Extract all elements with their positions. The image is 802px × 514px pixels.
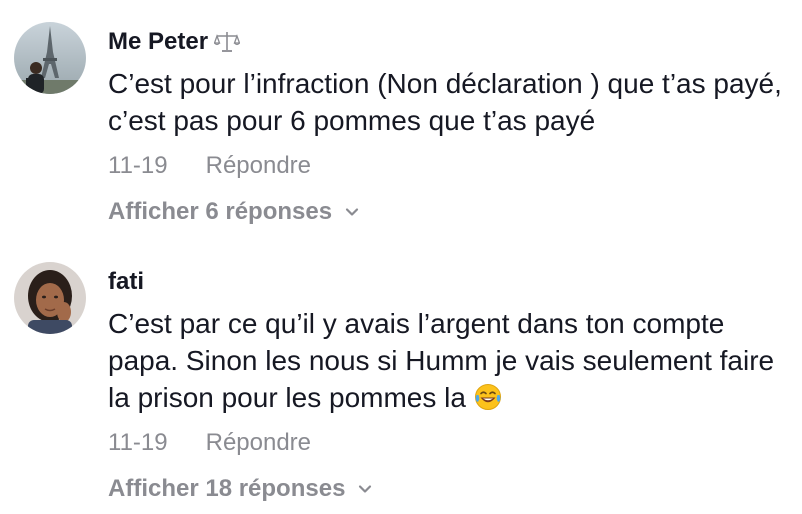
comment-text-body: C’est par ce qu’il y avais l’argent dans… xyxy=(108,308,775,413)
username-label: Me Peter xyxy=(108,28,209,55)
chevron-down-icon xyxy=(359,485,372,493)
avatar[interactable] xyxy=(14,22,86,94)
comment-text: C’est par ce qu’il y avais l’argent dans… xyxy=(108,305,788,416)
scales-icon xyxy=(214,32,241,52)
view-replies-button[interactable]: Afficher 18 réponses xyxy=(108,474,788,504)
comment-date: 11-19 xyxy=(108,152,168,179)
reply-button[interactable]: Répondre xyxy=(206,428,311,458)
laughing-tears-emoji xyxy=(474,384,501,410)
comment-meta: 11-19 Répondre xyxy=(108,428,788,458)
view-replies-label: Afficher 6 réponses xyxy=(108,198,333,225)
comment-date: 11-19 xyxy=(108,429,168,456)
avatar-image xyxy=(14,22,86,94)
comment-meta: 11-19 Répondre xyxy=(108,151,788,181)
reply-button[interactable]: Répondre xyxy=(206,151,311,181)
view-replies-button[interactable]: Afficher 6 réponses xyxy=(108,197,788,227)
comment-username[interactable]: fati xyxy=(108,267,788,297)
username-label: fati xyxy=(108,268,144,295)
chevron-down-icon xyxy=(345,208,359,216)
comment-text: C’est pour l’infraction (Non déclaration… xyxy=(108,68,782,136)
view-replies-label: Afficher 18 réponses xyxy=(108,475,346,502)
avatar[interactable] xyxy=(14,262,86,334)
avatar-image xyxy=(14,262,86,334)
comment-username[interactable]: Me Peter xyxy=(108,27,788,57)
